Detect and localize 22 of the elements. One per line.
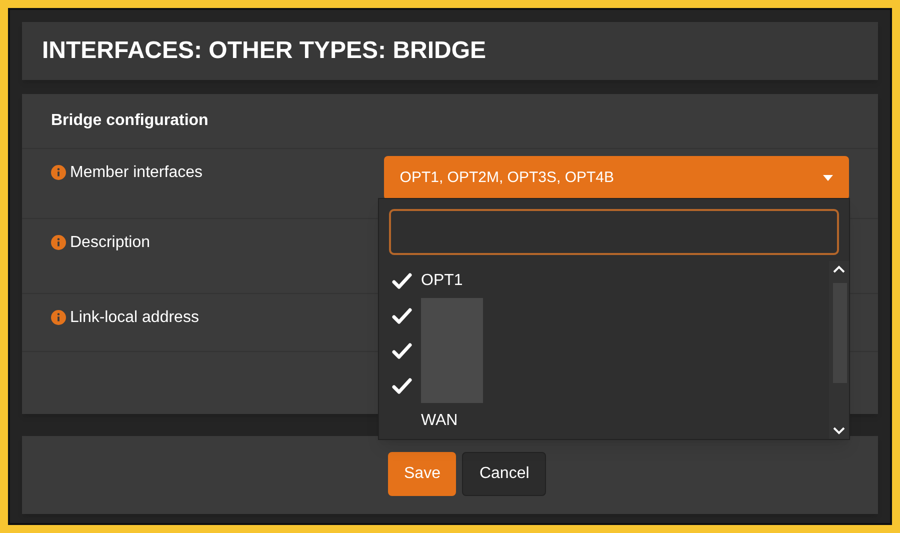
blurred-block	[421, 368, 483, 403]
section-title: Bridge configuration	[51, 111, 208, 131]
check-icon	[392, 308, 412, 324]
info-icon	[51, 310, 66, 325]
cancel-button[interactable]: Cancel	[462, 452, 546, 496]
scroll-down-icon	[833, 427, 845, 435]
field-label: Member interfaces	[70, 165, 202, 181]
field-label: Description	[70, 235, 150, 251]
blurred-block	[421, 298, 483, 333]
check-icon	[392, 342, 412, 358]
page-title: INTERFACES: OTHER TYPES: BRIDGE	[42, 36, 486, 66]
info-icon	[51, 165, 66, 180]
field-label: Link-local address	[70, 310, 199, 326]
info-icon	[51, 235, 66, 250]
scroll-up-icon	[833, 265, 845, 273]
dropdown-option[interactable]: WAN	[379, 403, 829, 438]
caret-icon	[823, 175, 833, 181]
search-field[interactable]	[389, 209, 839, 255]
check-icon	[392, 378, 412, 394]
dropdown-option[interactable]: OPT1	[379, 263, 829, 298]
scrollbar[interactable]	[829, 261, 849, 439]
check-icon	[392, 272, 412, 288]
